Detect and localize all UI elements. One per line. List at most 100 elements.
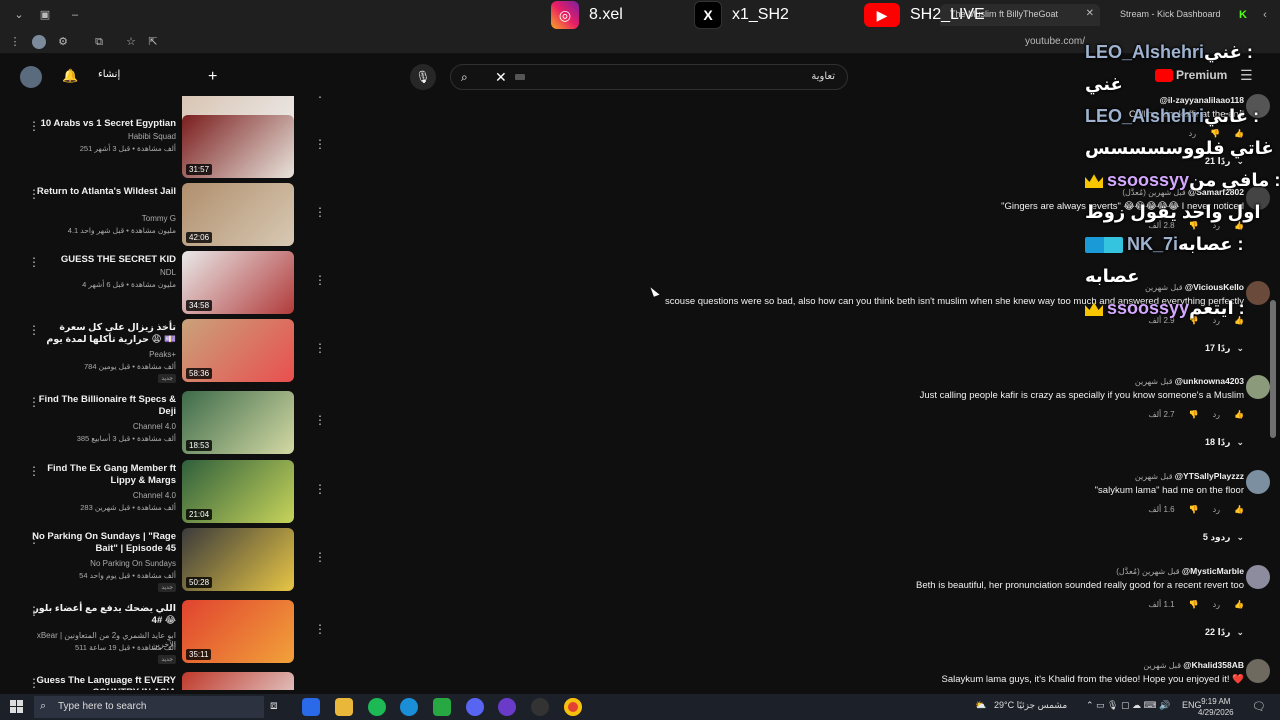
chevron-icon[interactable]: ‹	[1258, 8, 1272, 22]
more-vert-icon[interactable]: ⋮	[28, 323, 40, 337]
video-thumbnail[interactable]: 31:57	[182, 115, 294, 178]
more-vert-icon[interactable]: ⋮	[314, 273, 326, 287]
spotify-icon[interactable]	[368, 698, 386, 716]
more-vert-icon[interactable]: ⋮	[314, 96, 326, 100]
minimize-icon[interactable]: –	[68, 8, 82, 22]
replies-toggle[interactable]: 17 ردًا ⌄	[1205, 343, 1244, 354]
video-thumbnail[interactable]: 34:58	[182, 251, 294, 314]
video-item[interactable]: 21:04 Find The Ex Gang Member ft Lippy & …	[0, 460, 330, 526]
comment-author[interactable]: @YTSallyPlayzzz	[1175, 471, 1244, 481]
video-title[interactable]: Return to Atlanta's Wildest Jail	[26, 186, 176, 198]
video-thumbnail[interactable]	[182, 672, 294, 690]
notification-icon[interactable]: 🗨	[1252, 700, 1266, 713]
close-icon[interactable]: ✕	[495, 69, 507, 86]
thumbs-up-icon[interactable]: 👍	[1234, 600, 1244, 609]
weather-label[interactable]: 29°C مشمس جزئيًا	[994, 700, 1067, 711]
video-title[interactable]: اللي يضحك يدفع مع أعضاء بلور 4# 😂	[26, 603, 176, 627]
avatar[interactable]	[1246, 470, 1270, 494]
thumbs-up-icon[interactable]: 👍	[1234, 410, 1244, 419]
more-vert-icon[interactable]: ⋮	[28, 532, 40, 546]
video-thumbnail[interactable]: 21:04	[182, 460, 294, 523]
replies-toggle[interactable]: 22 ردًا ⌄	[1205, 627, 1244, 638]
video-thumbnail[interactable]: 58:36	[182, 319, 294, 382]
video-item[interactable]: Guess The Language ft EVERY COUNTRY IN A…	[0, 672, 330, 690]
video-item[interactable]: 31:57 10 Arabs vs 1 Secret Egyptian Habibi…	[0, 115, 330, 181]
extensions-icon[interactable]: ⧉	[92, 35, 106, 49]
video-item[interactable]: 50:28 No Parking On Sundays | "Rage Bait"…	[0, 528, 330, 594]
app-icon[interactable]	[498, 698, 516, 716]
more-vert-icon[interactable]: ⋮	[28, 255, 40, 269]
replies-toggle[interactable]: 18 ردًا ⌄	[1205, 437, 1244, 448]
avatar[interactable]	[1246, 375, 1270, 399]
url-field[interactable]: youtube.com/	[1025, 36, 1085, 47]
video-thumbnail[interactable]: 18:53	[182, 391, 294, 454]
menu-dots-icon[interactable]: ⋮	[8, 35, 22, 49]
more-vert-icon[interactable]: ⋮	[314, 482, 326, 496]
video-channel[interactable]: Channel 4.0	[26, 422, 176, 431]
video-channel[interactable]: No Parking On Sundays	[26, 559, 176, 568]
video-item[interactable]: 18:53 Find The Billionaire ft Specs & Dej…	[0, 391, 330, 457]
video-channel[interactable]: Peaks+	[26, 350, 176, 359]
play-store-icon[interactable]	[302, 698, 320, 716]
more-vert-icon[interactable]: ⋮	[314, 550, 326, 564]
reply-button[interactable]: رد	[1213, 410, 1220, 419]
video-channel[interactable]: Habibi Squad	[26, 132, 176, 141]
xbox-icon[interactable]	[433, 698, 451, 716]
taskbar-clock[interactable]: 9:19 AM 4/29/2026	[1198, 696, 1234, 718]
video-thumbnail[interactable]: 50:28	[182, 528, 294, 591]
tray-icons[interactable]: ⌃ ▭ 🎙 ▢ ☁ ⌨ 🔊	[1086, 700, 1170, 711]
more-vert-icon[interactable]: ⋮	[28, 187, 40, 201]
more-vert-icon[interactable]: ⋮	[314, 137, 326, 151]
tab-kick-dashboard[interactable]: Stream - Kick Dashboard	[1110, 4, 1232, 26]
comment-author[interactable]: @MysticMarble	[1182, 566, 1244, 576]
video-item[interactable]: 58:36 تأخذ زيزال على كل سعرة حرارية تأكله…	[0, 319, 330, 385]
comment-author[interactable]: @Khalid358AB	[1183, 660, 1244, 670]
video-title[interactable]: 10 Arabs vs 1 Secret Egyptian	[26, 118, 176, 130]
video-channel[interactable]: NDL	[26, 268, 176, 277]
video-item[interactable]: 42:06 Return to Atlanta's Wildest Jail Tom…	[0, 183, 330, 249]
discord-icon[interactable]	[466, 698, 484, 716]
bell-icon[interactable]: 🔔	[62, 68, 78, 84]
more-vert-icon[interactable]: ⋮	[314, 413, 326, 427]
search-box[interactable]: ⌕ ✕ تعاوية	[450, 64, 848, 90]
microphone-icon[interactable]: 🎙	[410, 64, 436, 90]
video-channel[interactable]: Channel 4.0	[26, 491, 176, 500]
obs-icon[interactable]	[531, 698, 549, 716]
file-explorer-icon[interactable]	[335, 698, 353, 716]
windows-start-icon[interactable]	[10, 700, 24, 714]
video-thumbnail[interactable]: 35:11	[182, 600, 294, 663]
video-title[interactable]: No Parking On Sundays | "Rage Bait" | Ep…	[26, 531, 176, 555]
profile-avatar[interactable]	[32, 35, 46, 49]
create-button[interactable]: إنشاء +	[90, 64, 217, 88]
more-vert-icon[interactable]: ⋮	[314, 341, 326, 355]
video-title[interactable]: Find The Ex Gang Member ft Lippy & Margs	[26, 463, 176, 487]
avatar[interactable]	[1246, 565, 1270, 589]
settings-icon[interactable]: ⚙	[56, 35, 70, 49]
video-item[interactable]: 34:58 GUESS THE SECRET KID NDL 4 مليون مشاه…	[0, 251, 330, 317]
more-vert-icon[interactable]: ⋮	[28, 464, 40, 478]
replies-toggle[interactable]: 5 ردود ⌄	[1203, 532, 1244, 543]
task-view-icon[interactable]: ⧈	[270, 698, 288, 716]
weather-icon[interactable]: ⛅	[975, 700, 986, 711]
star-icon[interactable]: ☆	[124, 35, 138, 49]
more-vert-icon[interactable]: ⋮	[28, 395, 40, 409]
video-title[interactable]: Guess The Language ft EVERY COUNTRY IN A…	[26, 675, 176, 690]
avatar[interactable]	[1246, 659, 1270, 683]
chevron-down-icon[interactable]: ⌄	[12, 8, 26, 22]
chrome-icon[interactable]	[564, 698, 582, 716]
thumbs-up-icon[interactable]: 👍	[1234, 505, 1244, 514]
video-title[interactable]: GUESS THE SECRET KID	[26, 254, 176, 266]
video-channel[interactable]: Tommy G	[26, 214, 176, 223]
scrollbar[interactable]	[1270, 300, 1276, 438]
search-icon[interactable]: ⌕	[461, 70, 468, 85]
comment-author[interactable]: @unknowna4203	[1175, 376, 1244, 386]
more-vert-icon[interactable]: ⋮	[28, 119, 40, 133]
taskbar-search[interactable]: ⌕ Type here to search	[34, 696, 264, 718]
thumbs-down-icon[interactable]: 👎	[1189, 410, 1199, 419]
thumbs-down-icon[interactable]: 👎	[1189, 600, 1199, 609]
avatar[interactable]	[20, 66, 42, 88]
video-title[interactable]: Find The Billionaire ft Specs & Deji	[26, 394, 176, 418]
more-vert-icon[interactable]: ⋮	[28, 676, 40, 690]
more-vert-icon[interactable]: ⋮	[314, 622, 326, 636]
reply-button[interactable]: رد	[1213, 600, 1220, 609]
